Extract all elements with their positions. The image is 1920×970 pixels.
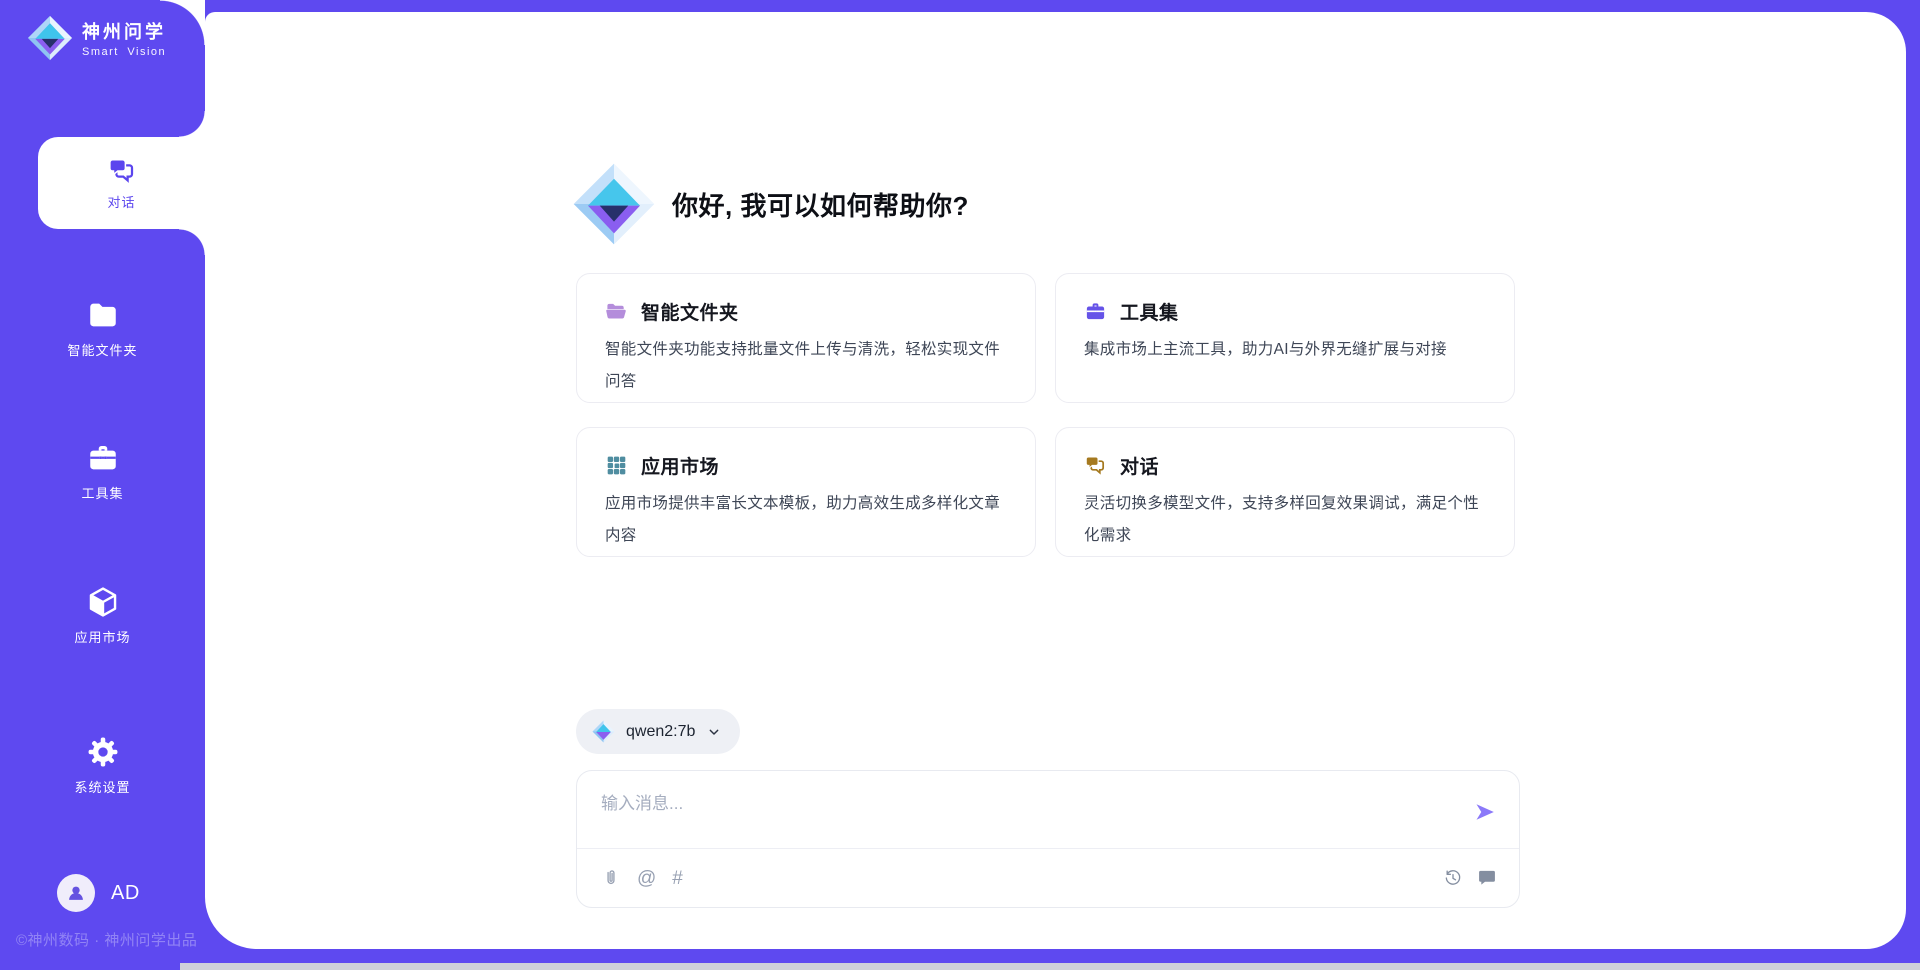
model-selector[interactable]: qwen2:7b	[576, 709, 740, 754]
brand-subtitle: Smart Vision	[82, 46, 166, 58]
sidebar-item-chat[interactable]: 对话	[38, 137, 205, 229]
sidebar-item-label: 智能文件夹	[67, 340, 137, 359]
feature-cards: 智能文件夹 智能文件夹功能支持批量文件上传与清洗，轻松实现文件问答 工具集 集成…	[576, 273, 1515, 557]
sidebar-item-label: 对话	[107, 192, 135, 211]
brand-logo-block: 神州问学 Smart Vision	[27, 15, 166, 61]
card-title: 应用市场	[641, 452, 719, 479]
toolbox-icon	[84, 441, 122, 475]
card-title: 智能文件夹	[641, 298, 739, 325]
message-input[interactable]	[601, 787, 1451, 821]
card-description: 智能文件夹功能支持批量文件上传与清洗，轻松实现文件问答	[605, 334, 1007, 398]
person-icon	[65, 882, 87, 904]
panel-corner-fillet	[160, 0, 205, 45]
tab-curve-top	[179, 111, 205, 137]
chat-icon	[1084, 454, 1107, 477]
brand-diamond-icon	[27, 15, 73, 61]
greeting-text: 你好, 我可以如何帮助你?	[672, 186, 969, 223]
send-icon	[1473, 800, 1497, 824]
message-composer: @ #	[576, 770, 1520, 908]
folder-icon	[84, 298, 122, 332]
card-title: 工具集	[1120, 298, 1179, 325]
model-diamond-icon	[592, 720, 615, 743]
feedback-chat-icon[interactable]	[1477, 868, 1497, 888]
user-name: AD	[111, 882, 140, 905]
sidebar-item-smart-folder[interactable]: 智能文件夹	[0, 298, 205, 359]
card-app-market[interactable]: 应用市场 应用市场提供丰富长文本模板，助力高效生成多样化文章内容	[576, 427, 1036, 557]
card-description: 应用市场提供丰富长文本模板，助力高效生成多样化文章内容	[605, 488, 1007, 552]
user-profile[interactable]: AD	[57, 874, 140, 912]
chat-icon	[105, 156, 139, 186]
send-button[interactable]	[1473, 800, 1497, 824]
gear-icon	[84, 735, 122, 769]
tab-curve-bottom	[179, 229, 205, 255]
history-icon[interactable]	[1443, 868, 1463, 888]
toolbox-icon	[1084, 300, 1107, 323]
avatar[interactable]	[57, 874, 95, 912]
card-title: 对话	[1120, 452, 1159, 479]
card-chat[interactable]: 对话 灵活切换多模型文件，支持多样回复效果调试，满足个性化需求	[1055, 427, 1515, 557]
folder-open-icon	[605, 300, 628, 323]
greeting-diamond-icon	[572, 162, 656, 246]
sidebar-item-label: 应用市场	[74, 627, 130, 646]
sidebar-item-label: 工具集	[81, 483, 123, 502]
copyright-footer: ©神州数码 · 神州问学出品	[16, 929, 197, 950]
sidebar-item-app-market[interactable]: 应用市场	[0, 585, 205, 646]
horizontal-scrollbar[interactable]	[180, 963, 1920, 970]
sidebar-item-settings[interactable]: 系统设置	[0, 735, 205, 796]
greeting-block: 你好, 我可以如何帮助你?	[572, 162, 969, 246]
chevron-down-icon	[706, 724, 722, 740]
cube-icon	[84, 585, 122, 619]
app-grid-icon	[605, 454, 628, 477]
mention-icon[interactable]: @	[637, 869, 656, 888]
attachment-icon[interactable]	[601, 868, 621, 888]
card-toolbox[interactable]: 工具集 集成市场上主流工具，助力AI与外界无缝扩展与对接	[1055, 273, 1515, 403]
card-description: 集成市场上主流工具，助力AI与外界无缝扩展与对接	[1084, 334, 1486, 366]
card-smart-folder[interactable]: 智能文件夹 智能文件夹功能支持批量文件上传与清洗，轻松实现文件问答	[576, 273, 1036, 403]
hashtag-icon[interactable]: #	[672, 869, 683, 888]
brand-name: 神州问学	[82, 18, 166, 44]
sidebar-item-toolbox[interactable]: 工具集	[0, 441, 205, 502]
model-name: qwen2:7b	[626, 723, 695, 741]
sidebar-item-label: 系统设置	[74, 777, 130, 796]
card-description: 灵活切换多模型文件，支持多样回复效果调试，满足个性化需求	[1084, 488, 1486, 552]
